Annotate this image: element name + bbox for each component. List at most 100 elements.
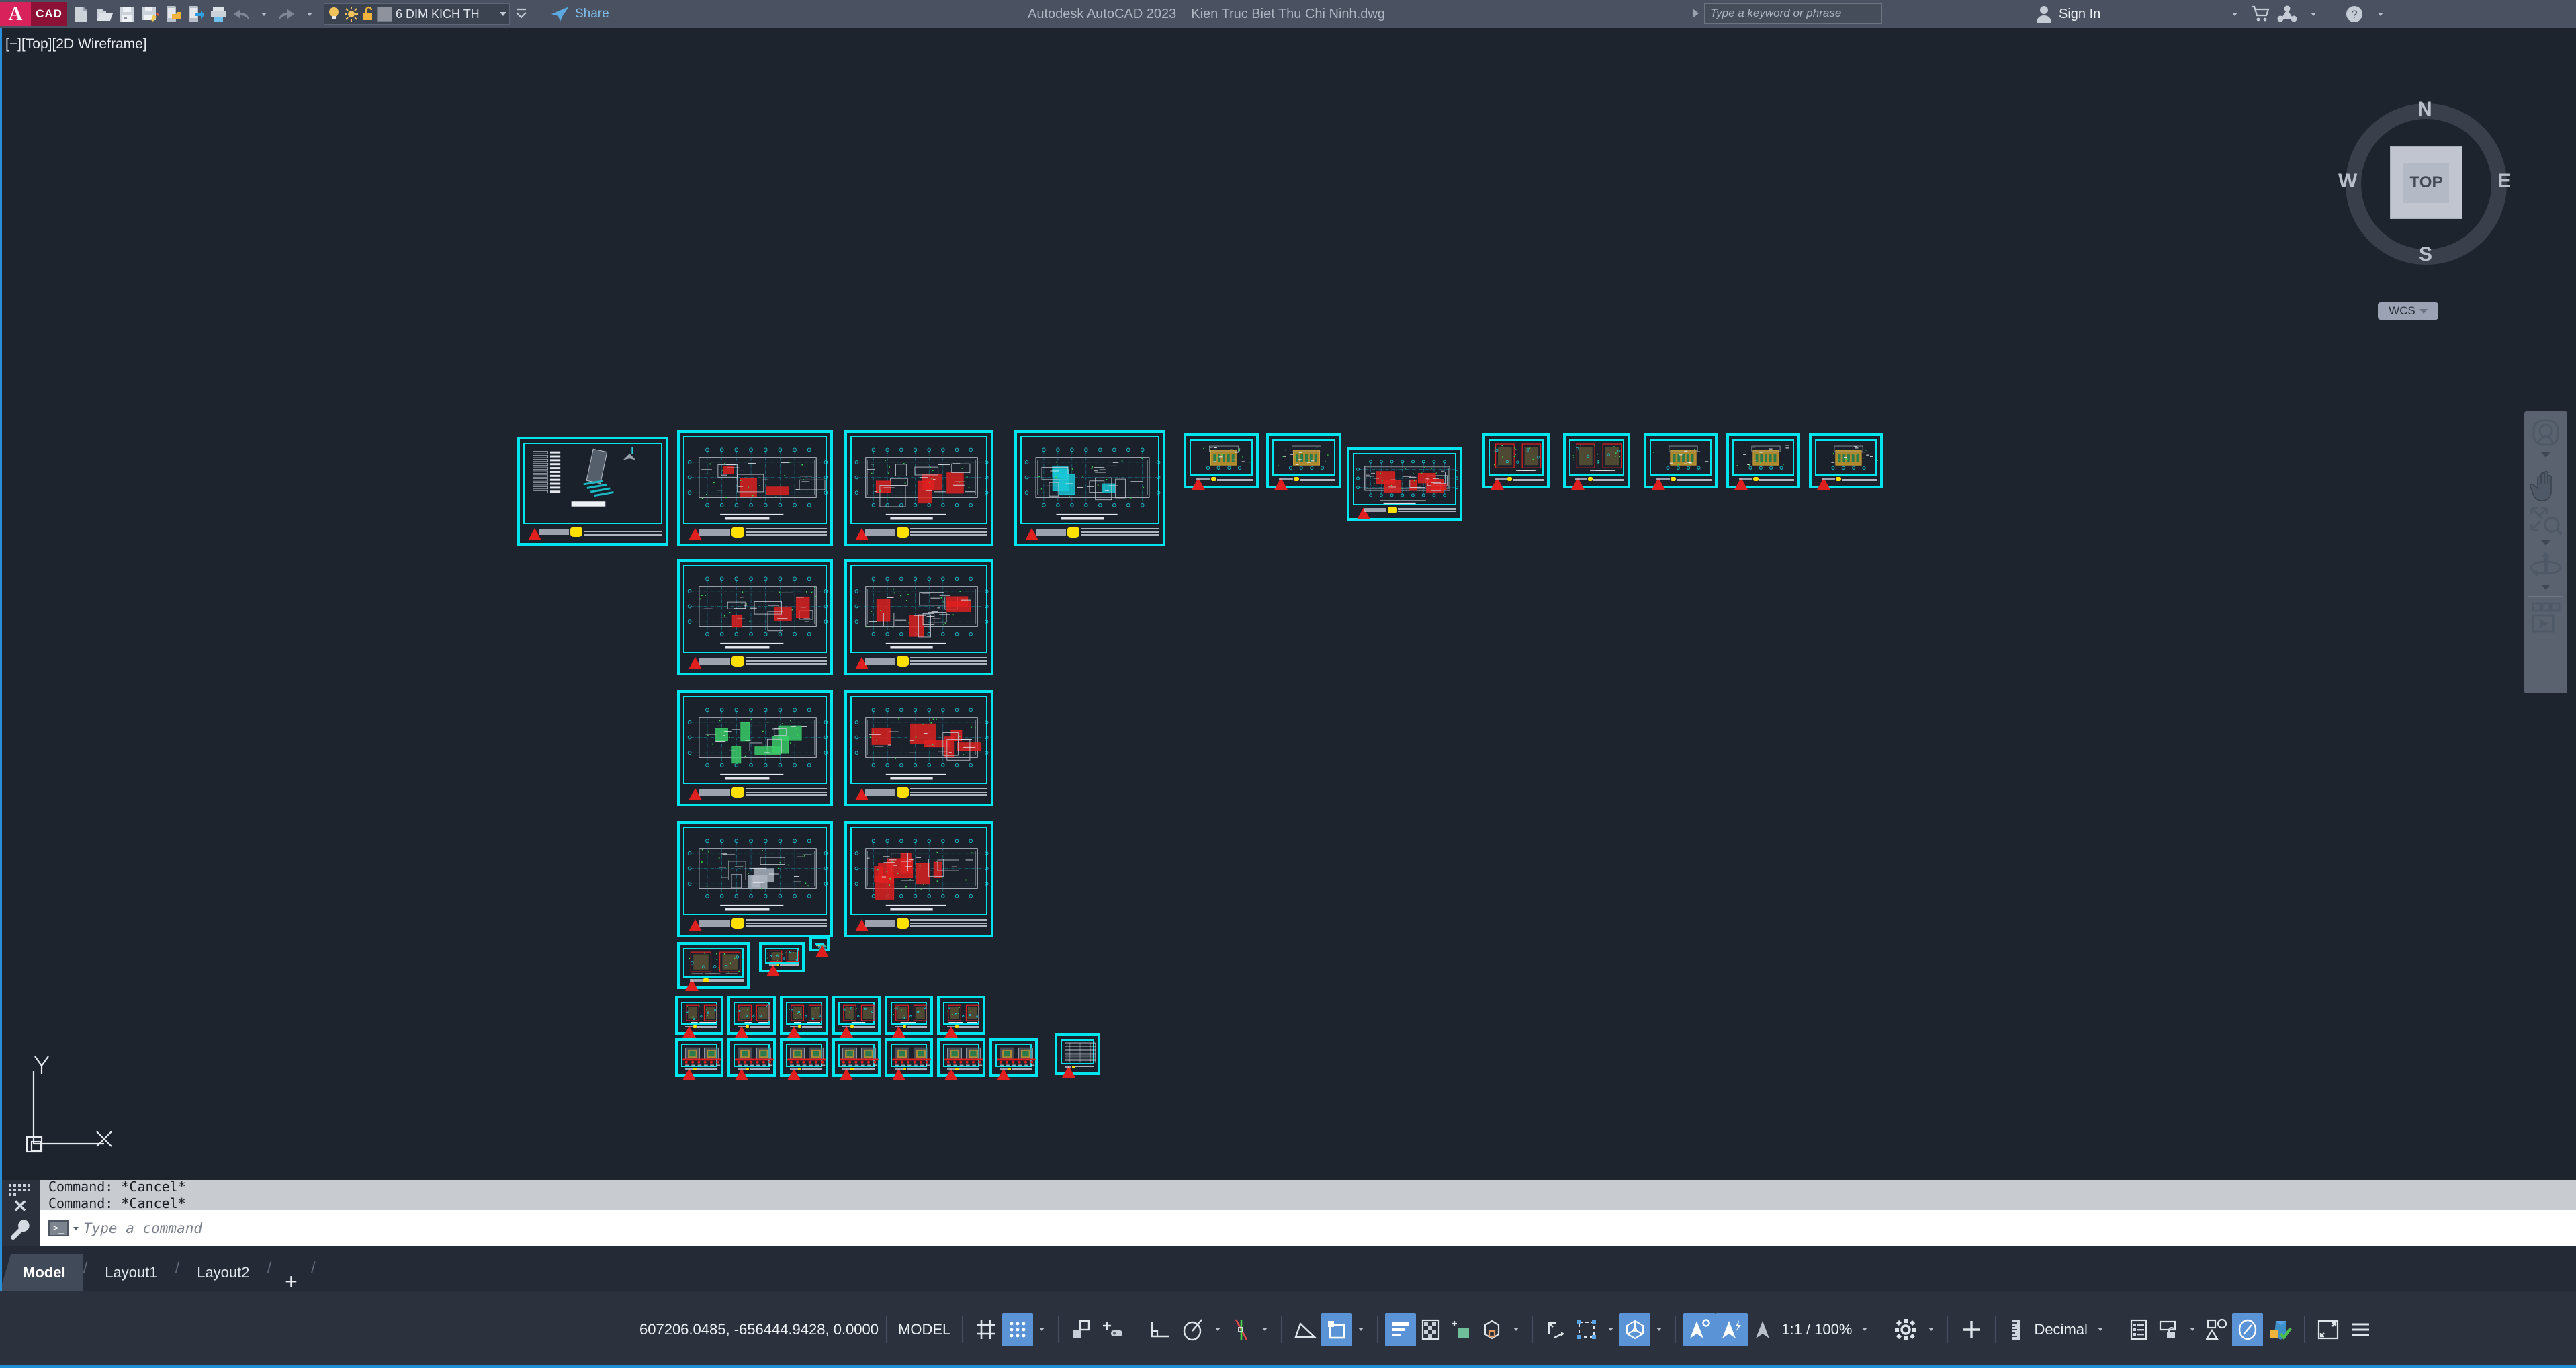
drawing-sheet[interactable]	[885, 1038, 933, 1080]
redo-dropdown[interactable]	[298, 1, 321, 27]
annotation-scale-label[interactable]: 1:1 / 100%	[1777, 1321, 1856, 1338]
units-ruler-icon[interactable]	[2003, 1313, 2030, 1346]
units-label[interactable]: Decimal	[2030, 1321, 2091, 1338]
chevron-down-icon[interactable]	[500, 12, 506, 16]
plot-button[interactable]	[207, 1, 230, 27]
otrack-dropdown[interactable]	[1256, 1313, 1274, 1346]
command-line-grip-handle[interactable]	[9, 1184, 32, 1196]
open-drawing-button[interactable]	[93, 1, 116, 27]
search-expand-arrow-icon[interactable]	[1693, 9, 1699, 18]
drawing-status-icon[interactable]	[2263, 1313, 2297, 1346]
redo-button[interactable]	[275, 1, 298, 27]
drawing-sheet[interactable]	[517, 437, 668, 546]
drawing-sheet[interactable]	[1809, 433, 1883, 490]
orbit-dropdown[interactable]	[2526, 583, 2565, 592]
steering-wheel-dropdown[interactable]	[2526, 450, 2565, 460]
gizmo-icon[interactable]	[1619, 1312, 1651, 1346]
clean-screen-icon[interactable]	[2312, 1313, 2344, 1346]
object-snap-icon[interactable]	[1321, 1312, 1353, 1346]
snap-dropdown[interactable]	[1033, 1313, 1051, 1346]
3d-object-snap-icon[interactable]	[1476, 1313, 1507, 1346]
grid-display-icon[interactable]	[970, 1313, 1002, 1346]
ortho-mode-icon[interactable]	[1145, 1313, 1177, 1346]
drawing-sheet[interactable]	[727, 996, 776, 1038]
drawing-sheet[interactable]	[1347, 447, 1462, 521]
command-history[interactable]: Command: *Cancel* Command: *Cancel*	[40, 1179, 2576, 1211]
drawing-sheet[interactable]	[809, 937, 830, 957]
zoom-extents-icon[interactable]	[2526, 505, 2565, 537]
quick-properties-icon[interactable]	[2125, 1313, 2153, 1346]
transparency-icon[interactable]	[1416, 1313, 1446, 1346]
showmotion-icon[interactable]	[2526, 601, 2565, 638]
command-input[interactable]	[83, 1220, 2576, 1236]
drawing-sheet[interactable]	[677, 430, 833, 546]
drawing-sheet[interactable]	[844, 821, 993, 937]
drawing-sheet[interactable]	[677, 821, 833, 937]
drawing-sheet[interactable]	[677, 942, 750, 992]
drawing-sheet[interactable]	[1266, 433, 1341, 490]
autocad-logo[interactable]: A CAD	[0, 0, 67, 32]
drawing-sheet[interactable]	[844, 559, 993, 675]
save-drawing-button[interactable]	[116, 1, 138, 27]
drawing-sheet[interactable]	[780, 996, 828, 1038]
hardware-acceleration-icon[interactable]	[2231, 1312, 2263, 1346]
drawing-sheet[interactable]	[844, 690, 993, 806]
scale-dropdown[interactable]	[1856, 1313, 1873, 1346]
tab-layout2[interactable]: Layout2	[179, 1254, 267, 1291]
drawing-sheet[interactable]	[844, 430, 993, 546]
add-layout-button[interactable]: +	[271, 1271, 311, 1293]
drawing-sheet[interactable]	[1563, 433, 1630, 490]
annotation-scale-icon[interactable]	[1748, 1313, 1777, 1346]
undo-button[interactable]	[230, 1, 253, 27]
object-snap-tracking-icon[interactable]	[1227, 1313, 1256, 1346]
open-from-web-button[interactable]	[161, 1, 184, 27]
workspace-gear-icon[interactable]	[1889, 1313, 1922, 1346]
layer-expand-button[interactable]	[510, 1, 533, 27]
undo-dropdown[interactable]	[253, 1, 275, 27]
save-to-web-button[interactable]	[184, 1, 207, 27]
drawing-sheet[interactable]	[675, 1038, 723, 1080]
shopping-cart-button[interactable]	[2250, 1, 2272, 27]
search-box[interactable]	[1704, 3, 1882, 24]
polar-tracking-icon[interactable]	[1177, 1313, 1209, 1346]
workspace-dropdown[interactable]	[1922, 1313, 1940, 1346]
3dosnap-dropdown[interactable]	[1507, 1313, 1525, 1346]
command-input-row[interactable]: >_	[40, 1210, 2576, 1246]
compass-north-label[interactable]: N	[2417, 98, 2432, 121]
tab-layout1[interactable]: Layout1	[87, 1254, 175, 1291]
command-line-close-button[interactable]: ✕	[13, 1197, 28, 1215]
isolate-objects-icon[interactable]	[2201, 1313, 2232, 1346]
drawing-sheet[interactable]	[1726, 433, 1800, 490]
zoom-dropdown[interactable]	[2526, 538, 2565, 548]
view-cube[interactable]: N S W E TOP	[2336, 94, 2516, 274]
view-cube-face[interactable]: TOP	[2390, 146, 2462, 219]
filter-dropdown[interactable]	[1602, 1313, 1619, 1346]
save-as-button[interactable]	[138, 1, 161, 27]
new-drawing-button[interactable]	[70, 1, 93, 27]
compass-south-label[interactable]: S	[2419, 243, 2432, 266]
drawing-sheet[interactable]	[832, 996, 881, 1038]
lineweight-icon[interactable]	[1385, 1312, 1417, 1346]
search-input[interactable]	[1710, 7, 1876, 20]
polar-dropdown[interactable]	[1209, 1313, 1227, 1346]
dynamic-ucs-icon[interactable]	[1540, 1313, 1571, 1346]
customization-menu-icon[interactable]	[2344, 1313, 2377, 1346]
autoscale-icon[interactable]	[1716, 1312, 1748, 1346]
drawing-sheet[interactable]	[727, 1038, 776, 1080]
drawing-sheet[interactable]	[989, 1038, 1038, 1080]
units-dropdown[interactable]	[2092, 1313, 2109, 1346]
infer-constraints-icon[interactable]	[1066, 1313, 1097, 1346]
steering-wheel-icon[interactable]	[2526, 417, 2565, 449]
sign-in-button[interactable]: Sign In	[2035, 0, 2100, 28]
osnap-dropdown[interactable]	[1352, 1313, 1370, 1346]
lock-ui-icon[interactable]	[2153, 1313, 2184, 1346]
apps-dropdown[interactable]	[2302, 1, 2325, 27]
selection-cycling-icon[interactable]	[1446, 1313, 1476, 1346]
model-space-label[interactable]: MODEL	[894, 1321, 954, 1338]
compass-east-label[interactable]: E	[2497, 170, 2511, 193]
autodesk-apps-button[interactable]	[2276, 1, 2299, 27]
help-button[interactable]: ?	[2343, 1, 2366, 27]
drawing-sheet[interactable]	[885, 996, 933, 1038]
signin-dropdown[interactable]	[2223, 1, 2246, 27]
ucs-selector[interactable]: WCS	[2378, 302, 2438, 320]
